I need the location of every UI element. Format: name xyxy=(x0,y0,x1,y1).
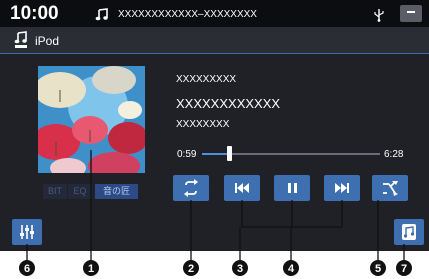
svg-text:3: 3 xyxy=(237,263,243,275)
svg-text:5: 5 xyxy=(375,263,381,275)
callout-7: 7 xyxy=(396,260,412,276)
callout-layer: 1 2 3 4 5 6 7 xyxy=(19,150,412,276)
svg-text:4: 4 xyxy=(288,263,295,275)
callout-5: 5 xyxy=(370,260,386,276)
callout-6: 6 xyxy=(19,260,35,276)
callout-2: 2 xyxy=(183,260,199,276)
callout-3: 3 xyxy=(232,260,248,276)
svg-text:7: 7 xyxy=(401,263,407,275)
callout-1: 1 xyxy=(83,260,99,276)
svg-text:2: 2 xyxy=(188,263,194,275)
callout-4: 4 xyxy=(283,260,299,276)
svg-text:1: 1 xyxy=(88,263,94,275)
svg-text:6: 6 xyxy=(24,263,30,275)
